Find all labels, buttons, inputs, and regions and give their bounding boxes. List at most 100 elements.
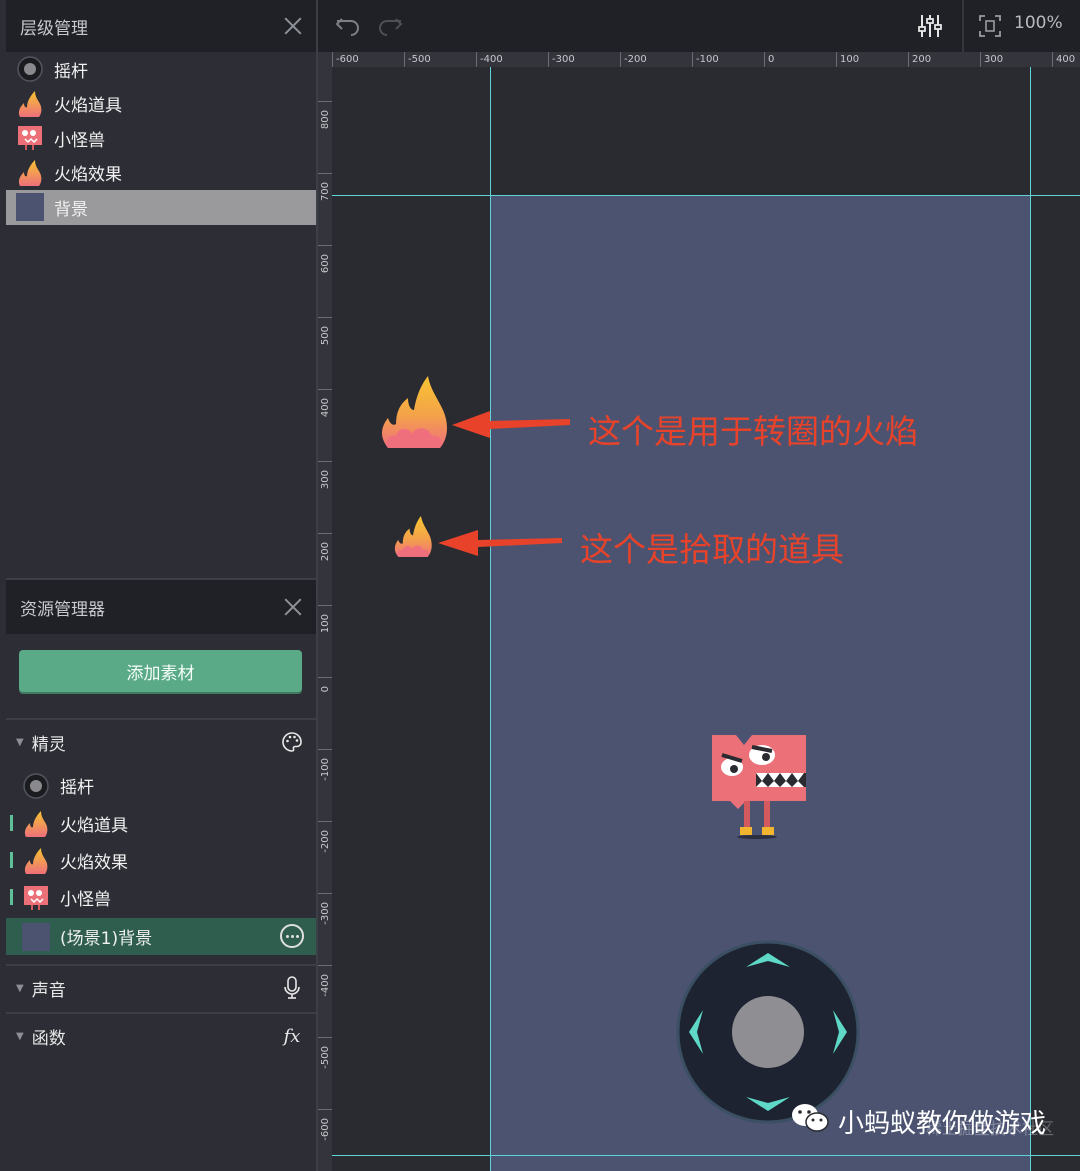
caret-down-icon: ▼ [16,736,24,748]
layers-panel-title: 层级管理 [20,18,88,39]
divider [6,964,316,966]
background-swatch-icon [22,922,50,951]
arrow-icon [452,411,570,438]
left-sidebar: 层级管理 摇杆 火焰道具 小怪兽 火焰效果 背景 资源管理器 添加素材 ▼ 精灵… [0,0,318,1171]
zoom-level[interactable]: 100% [1014,13,1063,33]
layer-item-background[interactable]: 背景 [6,190,316,225]
function-section-header[interactable]: ▼ 函数 fx [6,1016,316,1056]
asset-item-flame-effect[interactable]: 火焰效果 [6,842,316,879]
close-icon[interactable] [284,17,302,35]
ruler-tick-label: 100 [836,52,859,67]
ruler-tick: -300 [318,893,332,925]
ruler-tick: 300 [318,461,332,489]
layer-item-monster[interactable]: 小怪兽 [6,121,316,156]
ruler-tick: -200 [318,821,332,853]
ruler-tick: 600 [318,245,332,273]
layer-item-label: 摇杆 [54,61,88,82]
assets-panel-header: 资源管理器 [6,578,316,634]
layer-item-label: 火焰效果 [54,165,122,186]
sprites-section-header[interactable]: ▼ 精灵 [6,722,316,762]
ruler-tick-label: 200 [908,52,931,67]
guide-line[interactable] [332,195,1080,196]
arrow-icon [438,530,562,556]
function-section-title: 函数 [31,1028,66,1049]
horizontal-ruler: -600 -500 -400 -300 -200 -100 0 100 200 … [318,52,1080,67]
ruler-tick-label: 600 [320,254,331,274]
undo-icon[interactable] [332,10,364,42]
microphone-icon[interactable] [280,976,304,1000]
usage-marker [10,889,13,905]
ruler-tick-label: 300 [320,470,331,490]
asset-item-monster[interactable]: 小怪兽 [6,879,316,916]
sprites-section-title: 精灵 [31,734,66,755]
layer-item-flame-prop[interactable]: 火焰道具 [6,87,316,122]
toolbar-separator [962,0,964,52]
sound-section-header[interactable]: ▼ 声音 [6,968,316,1008]
flame-effect-sprite[interactable] [378,376,450,450]
more-options-icon[interactable] [280,924,304,948]
asset-item-flame-prop[interactable]: 火焰道具 [6,805,316,842]
ruler-tick: 500 [318,317,332,345]
ruler-tick-label: -500 [404,52,431,67]
usage-marker [10,815,13,831]
sound-section-title: 声音 [31,980,66,1001]
caret-down-icon: ▼ [16,982,24,994]
redo-icon[interactable] [374,10,406,42]
fit-screen-icon[interactable] [974,10,1006,42]
ruler-tick-label: 100 [320,614,331,634]
ruler-tick: 700 [318,173,332,201]
wechat-icon [790,1102,830,1141]
asset-item-background[interactable]: (场景1)背景 [6,918,316,955]
top-toolbar: 100% [318,0,1080,52]
asset-item-label: 摇杆 [60,778,94,798]
ruler-tick: 0 [318,677,332,692]
ruler-tick: 800 [318,101,332,129]
ruler-tick-label: 700 [320,182,331,202]
flame-icon [16,90,44,118]
flame-prop-sprite[interactable] [392,516,434,558]
vertical-ruler: 800 700 600 500 400 300 200 100 0 -100 -… [318,67,332,1171]
asset-item-label: 小怪兽 [60,890,111,910]
close-icon[interactable] [284,598,302,616]
ruler-tick: -400 [318,965,332,997]
guide-line[interactable] [332,1155,1080,1156]
ruler-tick-label: -400 [320,974,331,997]
ruler-tick-label: -100 [320,758,331,781]
usage-marker [10,852,13,868]
divider [6,1012,316,1014]
joystick-icon [22,772,50,800]
ruler-tick: -600 [318,1109,332,1141]
fx-icon[interactable]: fx [280,1024,304,1048]
scene-canvas[interactable]: 这个是用于转圈的火焰 这个是拾取的道具 [332,67,1080,1171]
layer-list: 摇杆 火焰道具 小怪兽 火焰效果 背景 [6,52,316,225]
flame-icon [16,159,44,187]
ruler-tick-label: 0 [764,52,774,67]
ruler-tick-label: 400 [1052,52,1075,67]
palette-icon[interactable] [280,730,304,754]
caret-down-icon: ▼ [16,1030,24,1042]
joystick-sprite[interactable] [675,939,861,1125]
ruler-tick: -500 [318,1037,332,1069]
layer-item-label: 小怪兽 [54,130,105,151]
ruler-tick-label: -200 [620,52,647,67]
asset-item-joystick[interactable]: 摇杆 [6,767,316,804]
layer-item-label: 背景 [54,199,88,220]
layer-item-label: 火焰道具 [54,96,122,117]
editor-root: 层级管理 摇杆 火焰道具 小怪兽 火焰效果 背景 资源管理器 添加素材 ▼ 精灵… [0,0,1080,1171]
guide-line[interactable] [490,67,491,1171]
joystick-icon [16,55,44,83]
ruler-tick-label: -100 [692,52,719,67]
ruler-tick-label: -600 [320,1118,331,1141]
ruler-tick-label: -500 [320,1046,331,1069]
ruler-tick-label: 0 [320,686,331,693]
sliders-icon[interactable] [914,10,946,42]
flame-icon [22,810,50,838]
layer-item-flame-effect[interactable]: 火焰效果 [6,156,316,191]
monster-sprite[interactable] [710,733,808,839]
ruler-tick-label: 800 [320,110,331,130]
layer-item-joystick[interactable]: 摇杆 [6,52,316,87]
divider [6,718,316,720]
add-asset-button[interactable]: 添加素材 [19,650,302,692]
ruler-tick-label: -400 [476,52,503,67]
guide-line[interactable] [1030,67,1031,1171]
